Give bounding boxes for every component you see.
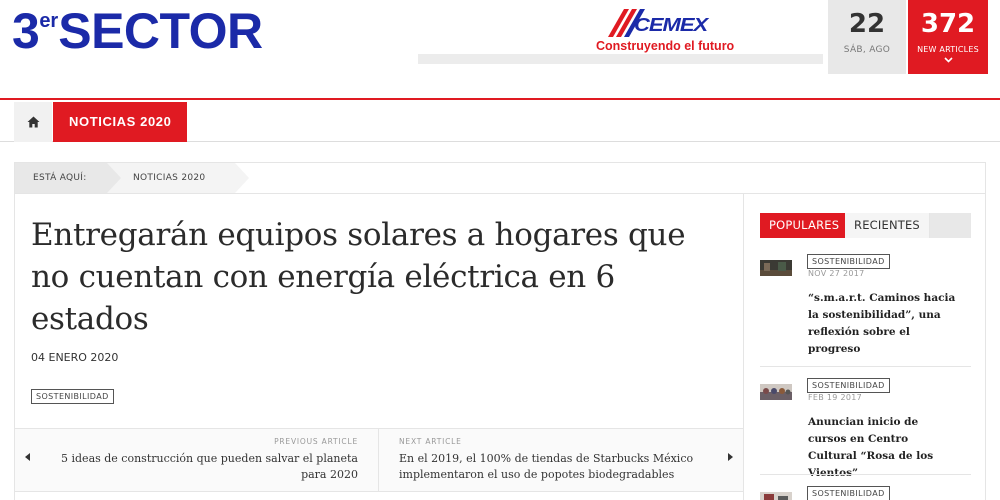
post-category-badge[interactable]: SOSTENIBILIDAD <box>807 378 890 393</box>
current-date-box: 22 SÁB, AGO <box>828 0 906 74</box>
breadcrumb-label: ESTÁ AQUÍ: <box>15 163 121 193</box>
previous-article-link[interactable]: PREVIOUS ARTICLE 5 ideas de construcción… <box>15 429 379 491</box>
logo-word: SECTOR <box>58 3 263 59</box>
main-nav: NOTICIAS 2020 <box>0 102 1000 142</box>
logo-digit: 3 <box>12 3 40 59</box>
new-articles-box[interactable]: 372 NEW ARTICLES <box>908 0 988 74</box>
previous-article-caption: PREVIOUS ARTICLE <box>274 437 358 446</box>
tab-populares[interactable]: POPULARES <box>760 213 849 238</box>
next-article-caption: NEXT ARTICLE <box>399 437 462 446</box>
date-day: 22 <box>848 9 886 39</box>
post-thumbnail[interactable] <box>760 384 792 400</box>
post-category-badge[interactable]: SOSTENIBILIDAD <box>807 254 890 269</box>
site-header: 3erSECTOR CEMEX Construyendo el futuro 2… <box>0 0 1000 100</box>
new-articles-count: 372 <box>920 9 976 39</box>
arrow-right-icon <box>727 453 733 463</box>
home-icon[interactable] <box>14 102 52 142</box>
next-article-title[interactable]: En el 2019, el 100% de tiendas de Starbu… <box>399 451 709 483</box>
article-title: Entregarán equipos solares a hogares que… <box>31 217 686 337</box>
article-date: 04 ENERO 2020 <box>31 351 119 364</box>
date-label: SÁB, AGO <box>843 45 891 55</box>
post-thumbnail[interactable] <box>760 492 792 500</box>
breadcrumb: NOTICIAS 2020 ESTÁ AQUÍ: <box>14 162 986 194</box>
article-category-badge[interactable]: SOSTENIBILIDAD <box>31 389 114 404</box>
post-thumbnail[interactable] <box>760 260 792 276</box>
post-category-badge[interactable]: SOSTENIBILIDAD <box>807 486 890 500</box>
previous-article-title[interactable]: 5 ideas de construcción que pueden salva… <box>38 451 358 483</box>
chevron-down-icon[interactable] <box>908 56 988 65</box>
post-title[interactable]: Anuncian inicio de cursos en Centro Cult… <box>808 414 958 482</box>
arrow-left-icon <box>25 453 31 463</box>
divider <box>760 366 971 367</box>
sidebar: POPULARES RECIENTES SOSTENIBILIDAD NOV 2… <box>744 194 986 500</box>
post-date: NOV 27 2017 <box>808 269 865 278</box>
cemex-ad-banner[interactable]: CEMEX Construyendo el futuro <box>596 7 746 57</box>
cemex-brand: CEMEX <box>634 14 708 36</box>
nav-tab-noticias-2020[interactable]: NOTICIAS 2020 <box>53 102 188 142</box>
cemex-tagline: Construyendo el futuro <box>596 39 735 53</box>
next-article-link[interactable]: NEXT ARTICLE En el 2019, el 100% de tien… <box>379 429 743 491</box>
sidebar-tabs: POPULARES RECIENTES <box>760 213 971 238</box>
site-logo[interactable]: 3erSECTOR <box>12 6 263 56</box>
tab-recientes[interactable]: RECIENTES <box>845 213 930 238</box>
breadcrumb-current[interactable]: NOTICIAS 2020 <box>107 163 249 193</box>
new-articles-label: NEW ARTICLES <box>917 45 979 54</box>
post-date: FEB 19 2017 <box>808 393 863 402</box>
logo-superscript: er <box>39 10 59 32</box>
article-pager: PREVIOUS ARTICLE 5 ideas de construcción… <box>14 428 744 492</box>
article-main: Entregarán equipos solares a hogares que… <box>14 194 744 500</box>
divider <box>760 474 971 475</box>
post-title[interactable]: “s.m.a.r.t. Caminos hacia la sostenibili… <box>808 290 958 358</box>
